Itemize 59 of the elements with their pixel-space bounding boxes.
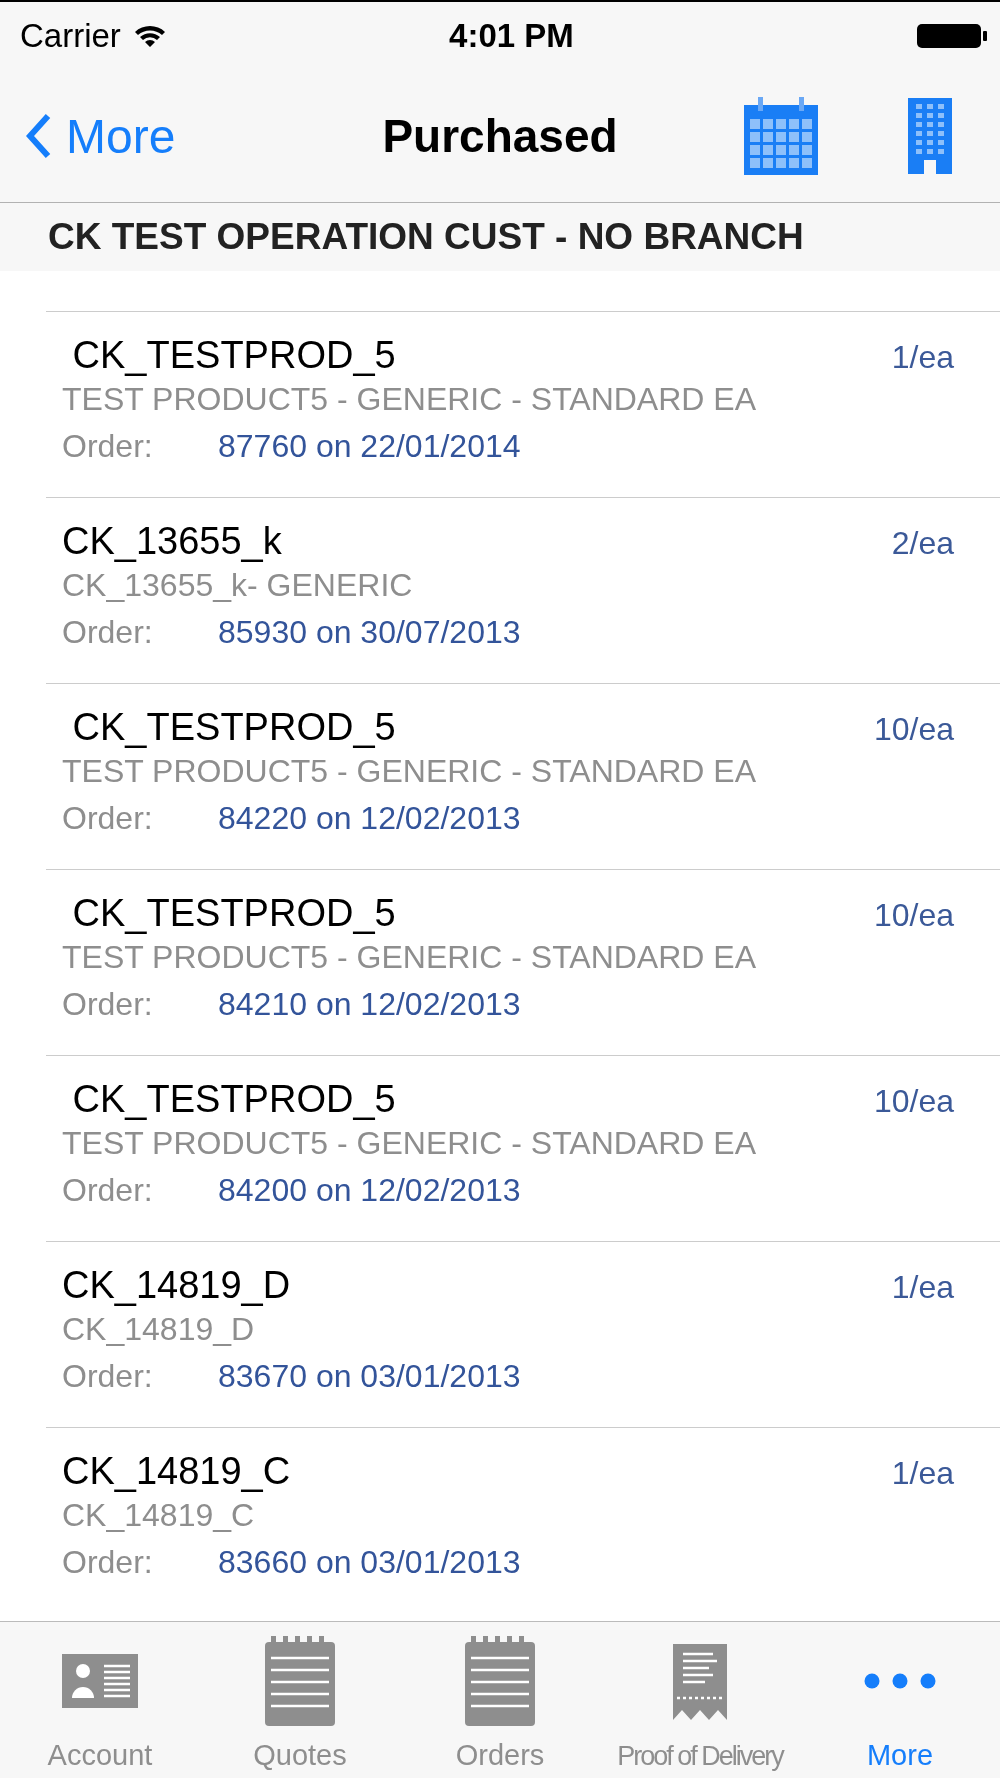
tab-bar-item[interactable]: More (800, 1622, 1000, 1778)
order-label: Order: (62, 428, 154, 465)
list-row[interactable]: CK_TESTPROD_5 10/ea TEST PRODUCT5 - GENERIC - STANDARD EA Order: 84220 on 12/02/2013 (46, 683, 1000, 869)
quantity-label: 10/ea (873, 1083, 954, 1120)
product-code: CK_TESTPROD_5 (71, 706, 396, 749)
quantity-label: 10/ea (873, 897, 954, 934)
order-number: 87760 on 22/01/2014 (218, 428, 521, 465)
carrier-label: Carrier (20, 17, 121, 55)
list-row[interactable]: CK_13655_k 2/ea CK_13655_k- GENERIC Order: 85930 on 30/07/2013 (46, 497, 1000, 683)
product-description: TEST PRODUCT5 - GENERIC - STANDARD EA (62, 939, 757, 976)
receipt-icon (673, 1643, 727, 1720)
order-number: 85930 on 30/07/2013 (218, 614, 521, 651)
order-label: Order: (62, 614, 154, 651)
order-label: Order: (62, 800, 154, 837)
order-number: 84220 on 12/02/2013 (218, 800, 521, 837)
status-time: 4:01 PM (448, 17, 575, 55)
product-description: TEST PRODUCT5 - GENERIC - STANDARD EA (62, 1125, 757, 1162)
id-card-icon (62, 1653, 138, 1708)
calendar-button[interactable] (744, 97, 818, 175)
product-description: TEST PRODUCT5 - GENERIC - STANDARD EA (62, 381, 757, 418)
quantity-label: 1/ea (891, 339, 954, 376)
section-title: CK TEST OPERATION CUST - NO BRANCH (48, 216, 804, 258)
screen-title: Purchased (382, 109, 618, 163)
building-button[interactable] (908, 98, 952, 174)
product-code: CK_13655_k (62, 520, 282, 563)
list-row[interactable]: CK_TESTPROD_5 10/ea TEST PRODUCT5 - GENERIC - STANDARD EA Order: 84210 on 12/02/2013 (46, 869, 1000, 1055)
order-label: Order: (62, 986, 154, 1023)
quantity-label: 1/ea (891, 1455, 954, 1492)
order-label: Order: (62, 1544, 154, 1581)
battery-icon (916, 23, 988, 49)
building-icon (908, 98, 952, 174)
list-row[interactable]: CK_14819_C 1/ea CK_14819_C Order: 83660 on 03/01/2013 (46, 1427, 1000, 1613)
list-row[interactable]: CK_14819_D 1/ea CK_14819_D Order: 83670 on 03/01/2013 (46, 1241, 1000, 1427)
quantity-label: 10/ea (873, 711, 954, 748)
more-icon (864, 1672, 936, 1689)
order-number: 84200 on 12/02/2013 (218, 1172, 521, 1209)
chevron-left-icon (26, 113, 52, 159)
order-number: 83660 on 03/01/2013 (218, 1544, 521, 1581)
notepad-icon (265, 1635, 335, 1726)
back-button[interactable]: More (26, 108, 176, 164)
product-description: CK_14819_C (62, 1497, 256, 1534)
quantity-label: 1/ea (891, 1269, 954, 1306)
product-description: CK_13655_k- GENERIC (62, 567, 414, 604)
order-label: Order: (62, 1172, 154, 1209)
order-number: 83670 on 03/01/2013 (218, 1358, 521, 1395)
product-description: TEST PRODUCT5 - GENERIC - STANDARD EA (62, 753, 757, 790)
product-description: CK_14819_D (62, 1311, 256, 1348)
order-number: 84210 on 12/02/2013 (218, 986, 521, 1023)
list-row[interactable]: CK_TESTPROD_5 1/ea TEST PRODUCT5 - GENERIC - STANDARD EA Order: 87760 on 22/01/2014 (46, 311, 1000, 497)
list-row[interactable]: CK_TESTPROD_5 10/ea TEST PRODUCT5 - GENERIC - STANDARD EA Order: 84200 on 12/02/2013 (46, 1055, 1000, 1241)
product-code: CK_TESTPROD_5 (71, 892, 396, 935)
product-code: CK_TESTPROD_5 (71, 334, 396, 377)
calendar-icon (744, 97, 818, 175)
notepad-icon (465, 1635, 535, 1726)
product-code: CK_14819_C (62, 1450, 291, 1493)
order-label: Order: (62, 1358, 154, 1395)
product-code: CK_TESTPROD_5 (71, 1078, 396, 1121)
quantity-label: 2/ea (891, 525, 954, 562)
product-code: CK_14819_D (62, 1264, 291, 1307)
